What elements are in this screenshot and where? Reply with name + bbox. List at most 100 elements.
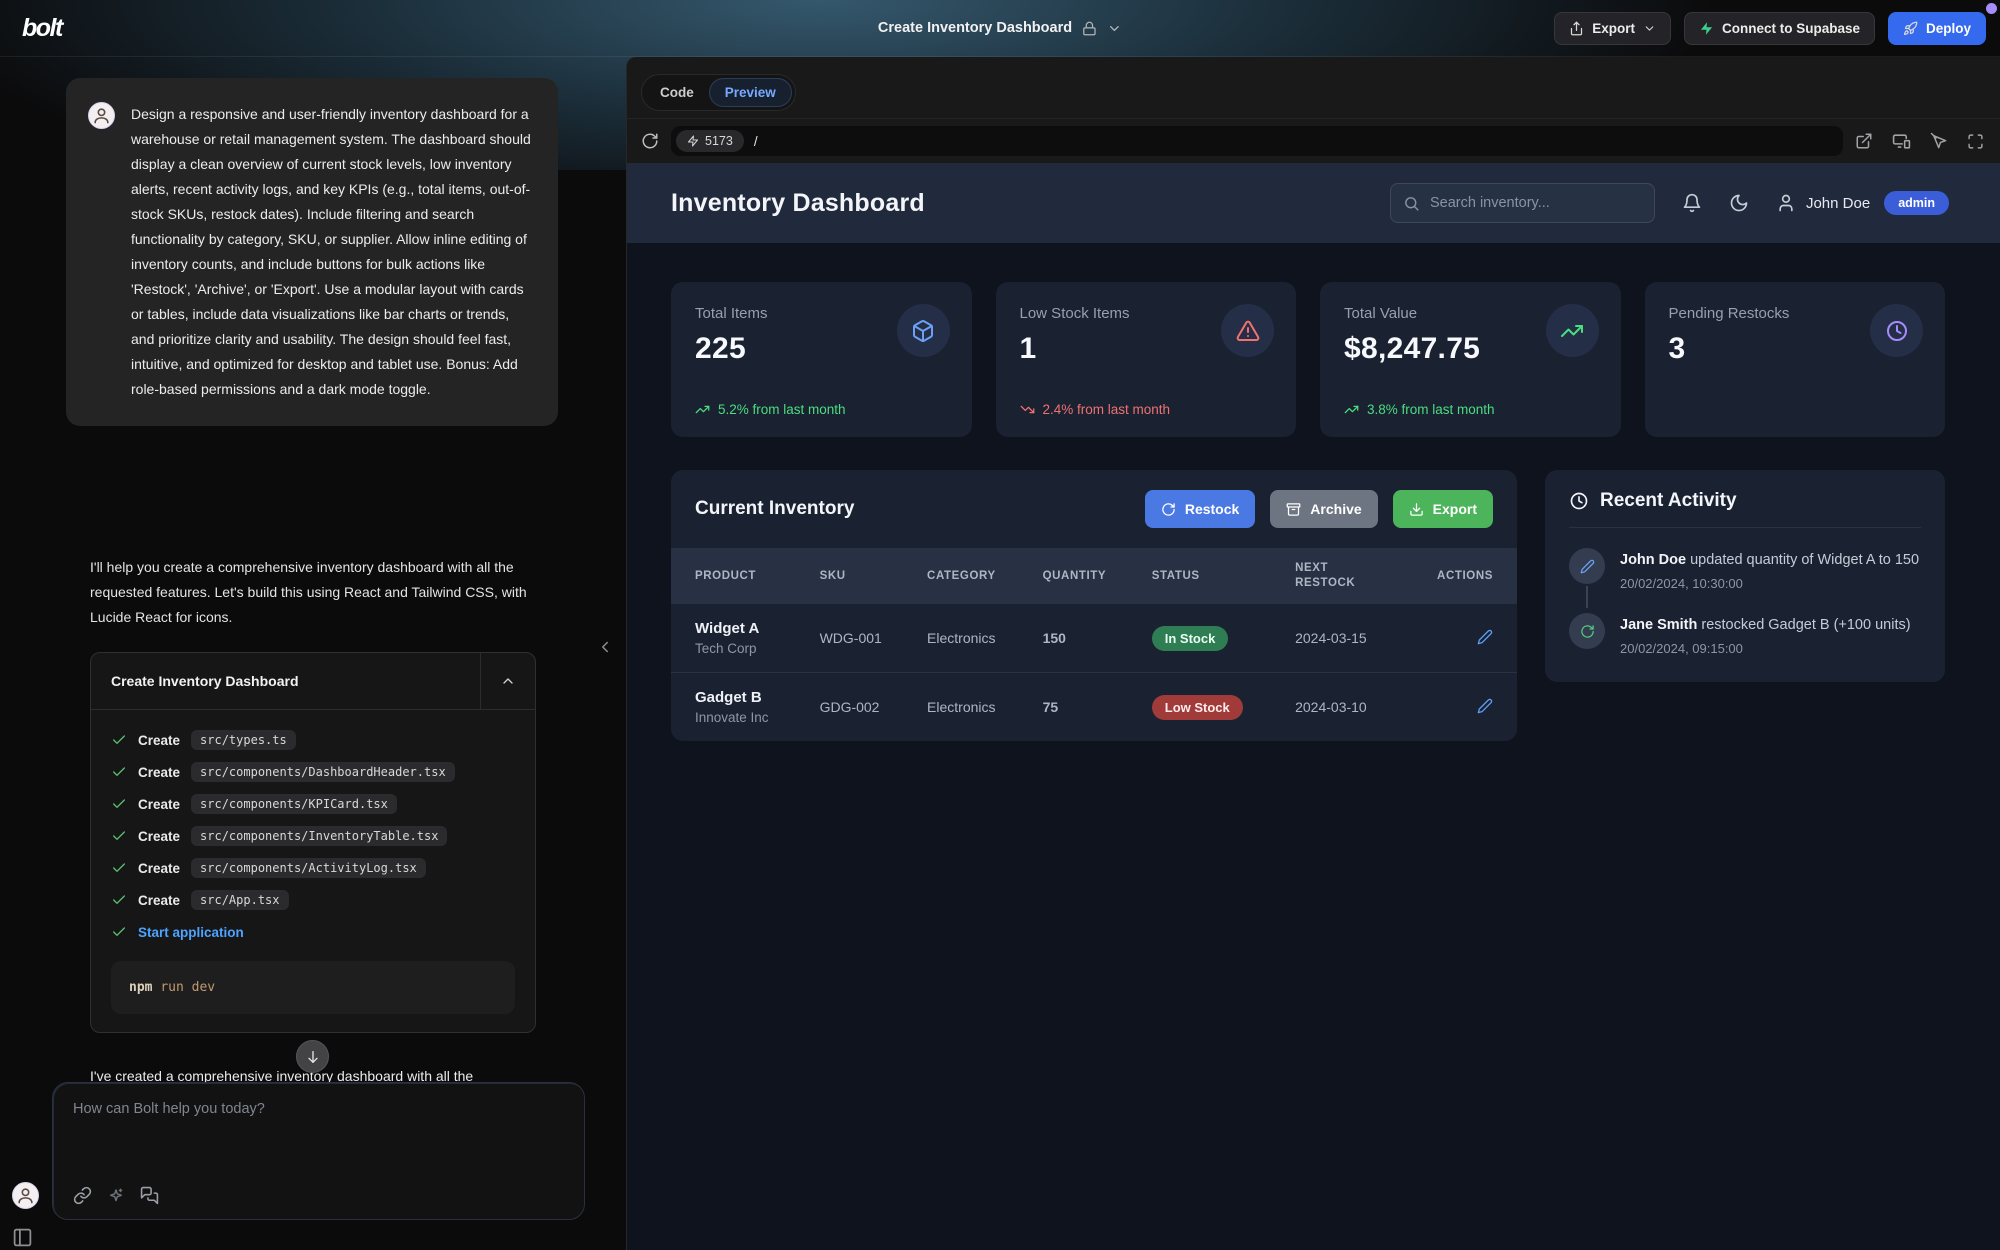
col-category: Category: [915, 548, 1031, 604]
port-pill[interactable]: 5173: [676, 130, 744, 152]
artifact-step[interactable]: Create src/App.tsx: [111, 884, 515, 916]
command-name: npm: [129, 980, 152, 995]
assistant-intro-text: I'll help you create a comprehensive inv…: [90, 555, 542, 630]
start-application-label: Start application: [138, 925, 244, 940]
artifact-step[interactable]: Create src/types.ts: [111, 724, 515, 756]
user-menu[interactable]: John Doe admin: [1776, 191, 1949, 215]
search-input[interactable]: [1430, 195, 1642, 211]
file-chip[interactable]: src/types.ts: [191, 730, 296, 750]
check-icon: [111, 924, 127, 940]
share-icon: [1569, 21, 1584, 36]
check-icon: [111, 892, 127, 908]
start-application-step[interactable]: Start application: [111, 916, 515, 948]
tab-preview[interactable]: Preview: [709, 78, 792, 107]
sidebar-toggle-icon[interactable]: [12, 1227, 33, 1248]
edit-pencil-icon[interactable]: [1477, 698, 1493, 714]
package-icon: [897, 304, 950, 357]
artifact-step[interactable]: Create src/components/KPICard.tsx: [111, 788, 515, 820]
bolt-logo[interactable]: bolt: [22, 14, 62, 43]
chat-input[interactable]: [73, 1101, 564, 1186]
artifact-title: Create Inventory Dashboard: [91, 653, 480, 709]
project-menu[interactable]: Create Inventory Dashboard: [878, 20, 1122, 36]
file-chip[interactable]: src/components/InventoryTable.tsx: [191, 826, 447, 846]
collapse-chat-chevron[interactable]: [596, 638, 614, 656]
arrow-down-icon: [305, 1049, 321, 1065]
app-title: Inventory Dashboard: [671, 189, 925, 218]
export-csv-button[interactable]: Export: [1393, 490, 1493, 528]
port-number: 5173: [705, 134, 733, 148]
col-quantity: Quantity: [1031, 548, 1140, 604]
alert-triangle-icon: [1221, 304, 1274, 357]
responsive-devices-icon[interactable]: [1892, 132, 1911, 151]
chat-input-box[interactable]: [52, 1082, 585, 1220]
category-cell: Electronics: [915, 673, 1031, 742]
check-icon: [111, 796, 127, 812]
url-path: /: [754, 134, 758, 149]
connect-supabase-button[interactable]: Connect to Supabase: [1684, 12, 1875, 45]
user-avatar-small[interactable]: [12, 1182, 39, 1209]
sparkles-icon[interactable]: [107, 1187, 125, 1205]
file-chip[interactable]: src/components/KPICard.tsx: [191, 794, 397, 814]
supabase-label: Connect to Supabase: [1722, 21, 1860, 36]
col-product: Product: [671, 548, 808, 604]
fullscreen-icon[interactable]: [1967, 133, 1984, 150]
trending-up-icon: [1344, 402, 1359, 417]
lock-icon: [1082, 21, 1097, 36]
col-status: Status: [1140, 548, 1283, 604]
attach-link-icon[interactable]: [73, 1186, 92, 1205]
activity-text: John Doe updated quantity of Widget A to…: [1620, 548, 1919, 570]
file-chip[interactable]: src/App.tsx: [191, 890, 288, 910]
user-avatar: [88, 102, 115, 129]
step-action: Create: [138, 797, 180, 812]
archive-button[interactable]: Archive: [1270, 490, 1377, 528]
table-row: Widget A Tech Corp WDG-001 Electronics 1…: [671, 604, 1517, 673]
notification-dot: [1986, 3, 1997, 14]
app-header: Inventory Dashboard John Doe admin: [627, 163, 2000, 243]
code-preview-toggle: Code Preview: [641, 74, 796, 111]
artifact-step[interactable]: Create src/components/ActivityLog.tsx: [111, 852, 515, 884]
clock-icon: [1870, 304, 1923, 357]
status-badge: In Stock: [1152, 626, 1229, 651]
step-action: Create: [138, 733, 180, 748]
inspector-toggle-icon[interactable]: [1930, 132, 1948, 150]
reload-icon[interactable]: [641, 132, 659, 150]
file-chip[interactable]: src/components/ActivityLog.tsx: [191, 858, 426, 878]
next-restock-cell: 2024-03-15: [1283, 604, 1402, 673]
quantity-cell[interactable]: 75: [1031, 673, 1140, 742]
edit-pencil-icon[interactable]: [1477, 629, 1493, 645]
tab-code[interactable]: Code: [645, 78, 709, 107]
scroll-down-button[interactable]: [296, 1040, 329, 1073]
product-supplier: Innovate Inc: [695, 710, 796, 725]
artifact-step[interactable]: Create src/components/DashboardHeader.ts…: [111, 756, 515, 788]
search-icon: [1403, 195, 1420, 212]
col-sku: SKU: [808, 548, 915, 604]
download-icon: [1409, 502, 1424, 517]
kpi-change: 5.2% from last month: [695, 402, 846, 417]
product-name: Widget A: [695, 620, 796, 637]
product-name: Gadget B: [695, 689, 796, 706]
activity-item: John Doe updated quantity of Widget A to…: [1569, 548, 1921, 591]
inventory-table: Product SKU Category Quantity Status Nex…: [671, 548, 1517, 741]
export-button[interactable]: Export: [1554, 12, 1671, 45]
inventory-search[interactable]: [1390, 183, 1655, 223]
kpi-card-total-value: Total Value $8,247.75 3.8% from last mon…: [1320, 282, 1621, 437]
artifact-card: Create Inventory Dashboard Create src/ty…: [90, 652, 536, 1033]
file-chip[interactable]: src/components/DashboardHeader.tsx: [191, 762, 455, 782]
url-field[interactable]: 5173 /: [671, 126, 1843, 156]
restock-button[interactable]: Restock: [1145, 490, 1255, 528]
discuss-mode-icon[interactable]: [140, 1186, 159, 1205]
col-actions: Actions: [1402, 548, 1517, 604]
clock-icon: [1569, 491, 1589, 511]
collapse-button[interactable]: [480, 653, 535, 709]
chevron-down-icon[interactable]: [1107, 21, 1122, 36]
trending-up-icon: [695, 402, 710, 417]
user-name: John Doe: [1806, 195, 1870, 212]
dark-mode-toggle-icon[interactable]: [1729, 193, 1749, 213]
open-external-icon[interactable]: [1855, 132, 1873, 150]
quantity-cell[interactable]: 150: [1031, 604, 1140, 673]
deploy-button[interactable]: Deploy: [1888, 12, 1986, 45]
category-cell: Electronics: [915, 604, 1031, 673]
bell-icon[interactable]: [1682, 193, 1702, 213]
archive-icon: [1286, 502, 1301, 517]
artifact-step[interactable]: Create src/components/InventoryTable.tsx: [111, 820, 515, 852]
